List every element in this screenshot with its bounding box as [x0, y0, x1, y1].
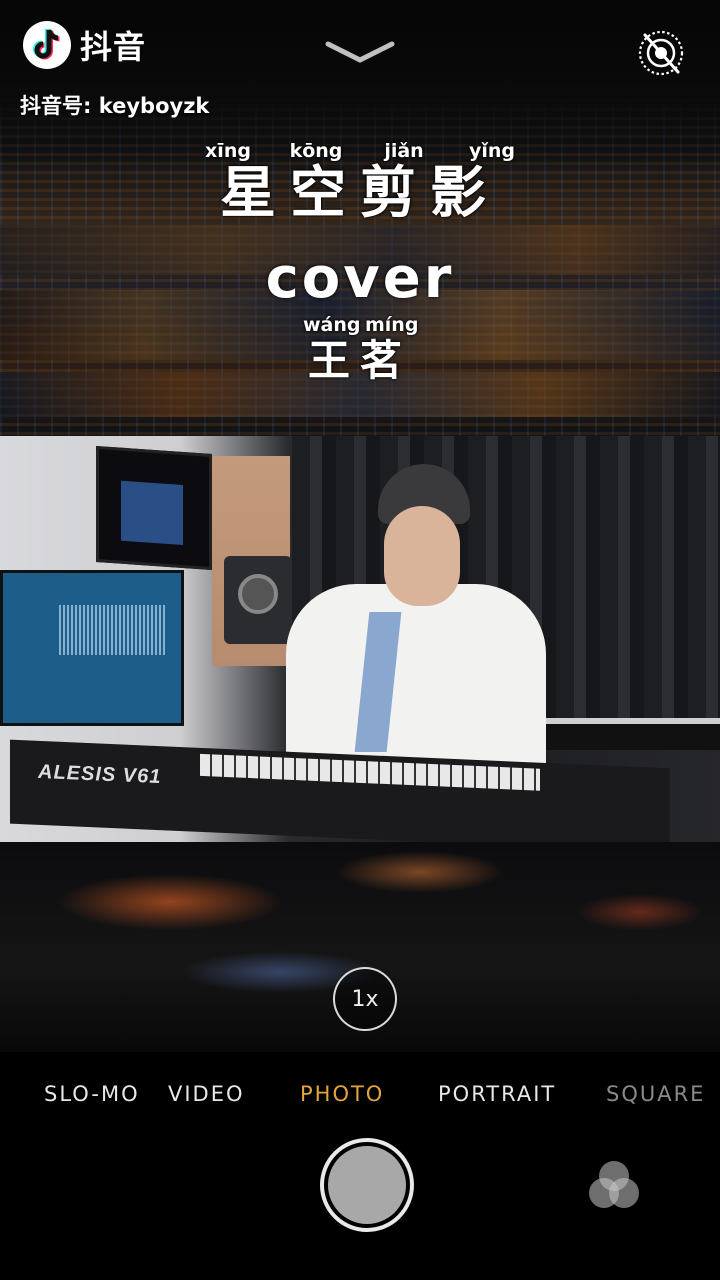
account-id: 抖音号: keyboyzk: [20, 94, 210, 118]
mode-photo[interactable]: PHOTO: [300, 1082, 384, 1106]
title-hanzi: 星空剪影: [220, 161, 500, 226]
song-title: xīng kōng jiǎn yǐng 星空剪影: [0, 140, 720, 226]
mode-video[interactable]: VIDEO: [168, 1082, 245, 1106]
studio-speaker: [224, 556, 292, 644]
person-head: [384, 506, 460, 606]
pinyin-syllable: jiǎn: [384, 140, 424, 162]
mode-portrait[interactable]: PORTRAIT: [438, 1082, 556, 1106]
shutter-button[interactable]: [320, 1138, 414, 1232]
background-keyboard: [540, 718, 720, 750]
artist-name: wáng míng 王茗: [0, 314, 720, 386]
video-frame-pianist: ALESIS V61: [0, 436, 720, 842]
artist-pinyin: wáng míng: [0, 314, 720, 336]
filters-icon[interactable]: [584, 1158, 644, 1214]
midi-keyboard: ALESIS V61: [10, 739, 670, 842]
mode-slo-mo[interactable]: SLO-MO: [44, 1082, 140, 1106]
pinyin-syllable: míng: [365, 314, 419, 336]
shutter-inner: [328, 1146, 406, 1224]
keyboard-brand: ALESIS V61: [38, 760, 162, 789]
tiktok-note-icon: [22, 20, 72, 70]
live-photo-off-icon[interactable]: [636, 28, 686, 78]
zoom-button[interactable]: 1x: [333, 967, 397, 1031]
daw-monitor: [0, 570, 184, 726]
pinyin-syllable: kōng: [289, 140, 343, 162]
artist-hanzi: 王茗: [307, 336, 412, 385]
title-pinyin: xīng kōng jiǎn yǐng: [0, 140, 720, 162]
upper-monitor: [96, 445, 212, 571]
pinyin-syllable: xīng: [205, 140, 251, 162]
subtitle-cover: cover: [265, 246, 455, 311]
pinyin-syllable: yǐng: [468, 140, 516, 162]
chevron-down-icon[interactable]: [324, 38, 396, 66]
mode-square[interactable]: SQUARE: [606, 1082, 705, 1106]
tiktok-logo: 抖音: [22, 20, 146, 70]
camera-mode-selector: SLO-MO VIDEO PHOTO PORTRAIT SQUARE: [0, 1082, 720, 1112]
app-name: 抖音: [80, 28, 147, 66]
pinyin-syllable: wáng: [303, 314, 361, 336]
